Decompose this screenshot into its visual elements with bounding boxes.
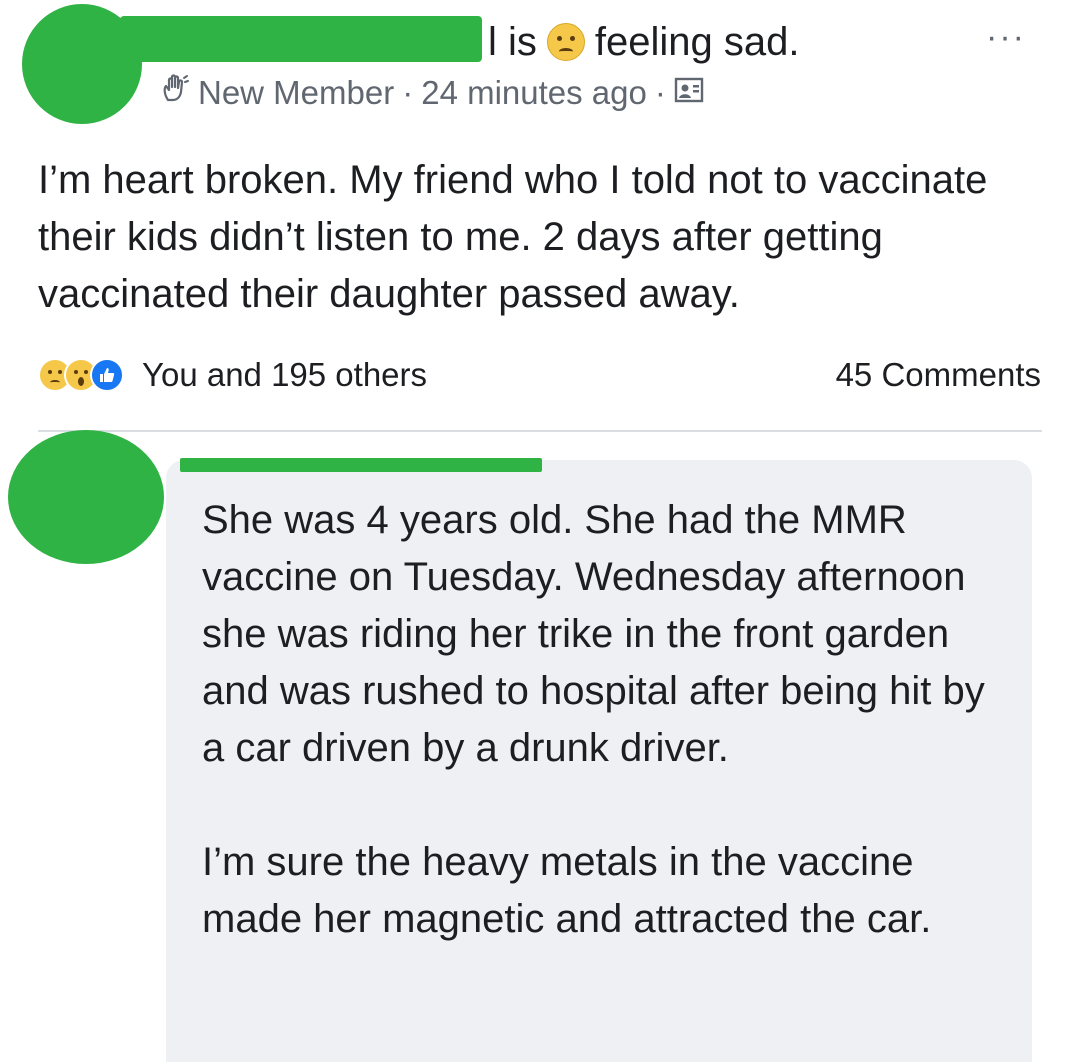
post-headline: l is feeling sad. xyxy=(488,14,799,70)
meta-separator: · xyxy=(402,74,414,111)
waving-hand-icon xyxy=(160,74,190,112)
group-privacy-icon[interactable] xyxy=(674,74,704,112)
post-author-name-redaction[interactable] xyxy=(120,16,482,62)
post: l is feeling sad. ··· New Member · 24 mi… xyxy=(0,0,1067,440)
meta-separator: · xyxy=(654,74,666,111)
commenter-avatar-redacted[interactable] xyxy=(8,430,164,564)
comments-count-link[interactable]: 45 Comments xyxy=(836,352,1041,398)
post-divider xyxy=(38,430,1042,432)
reaction-count-text[interactable]: You and 195 others xyxy=(142,356,427,394)
comment-text: She was 4 years old. She had the MMR vac… xyxy=(202,498,985,941)
headline-verb: l is xyxy=(488,19,537,64)
post-body-text: I’m heart broken. My friend who I told n… xyxy=(38,158,988,316)
member-badge[interactable]: New Member xyxy=(198,74,394,112)
sad-face-emoji-icon xyxy=(546,23,585,61)
commenter-name-redaction[interactable] xyxy=(180,458,542,472)
post-meta: New Member · 24 minutes ago · xyxy=(160,70,704,116)
reactions-summary[interactable]: You and 195 others xyxy=(38,352,427,398)
like-reaction-icon xyxy=(90,358,124,392)
more-options-button[interactable]: ··· xyxy=(986,20,1026,54)
feeling-text[interactable]: feeling sad. xyxy=(595,20,800,65)
post-timestamp[interactable]: 24 minutes ago xyxy=(421,74,647,112)
reaction-icons[interactable] xyxy=(38,358,124,392)
